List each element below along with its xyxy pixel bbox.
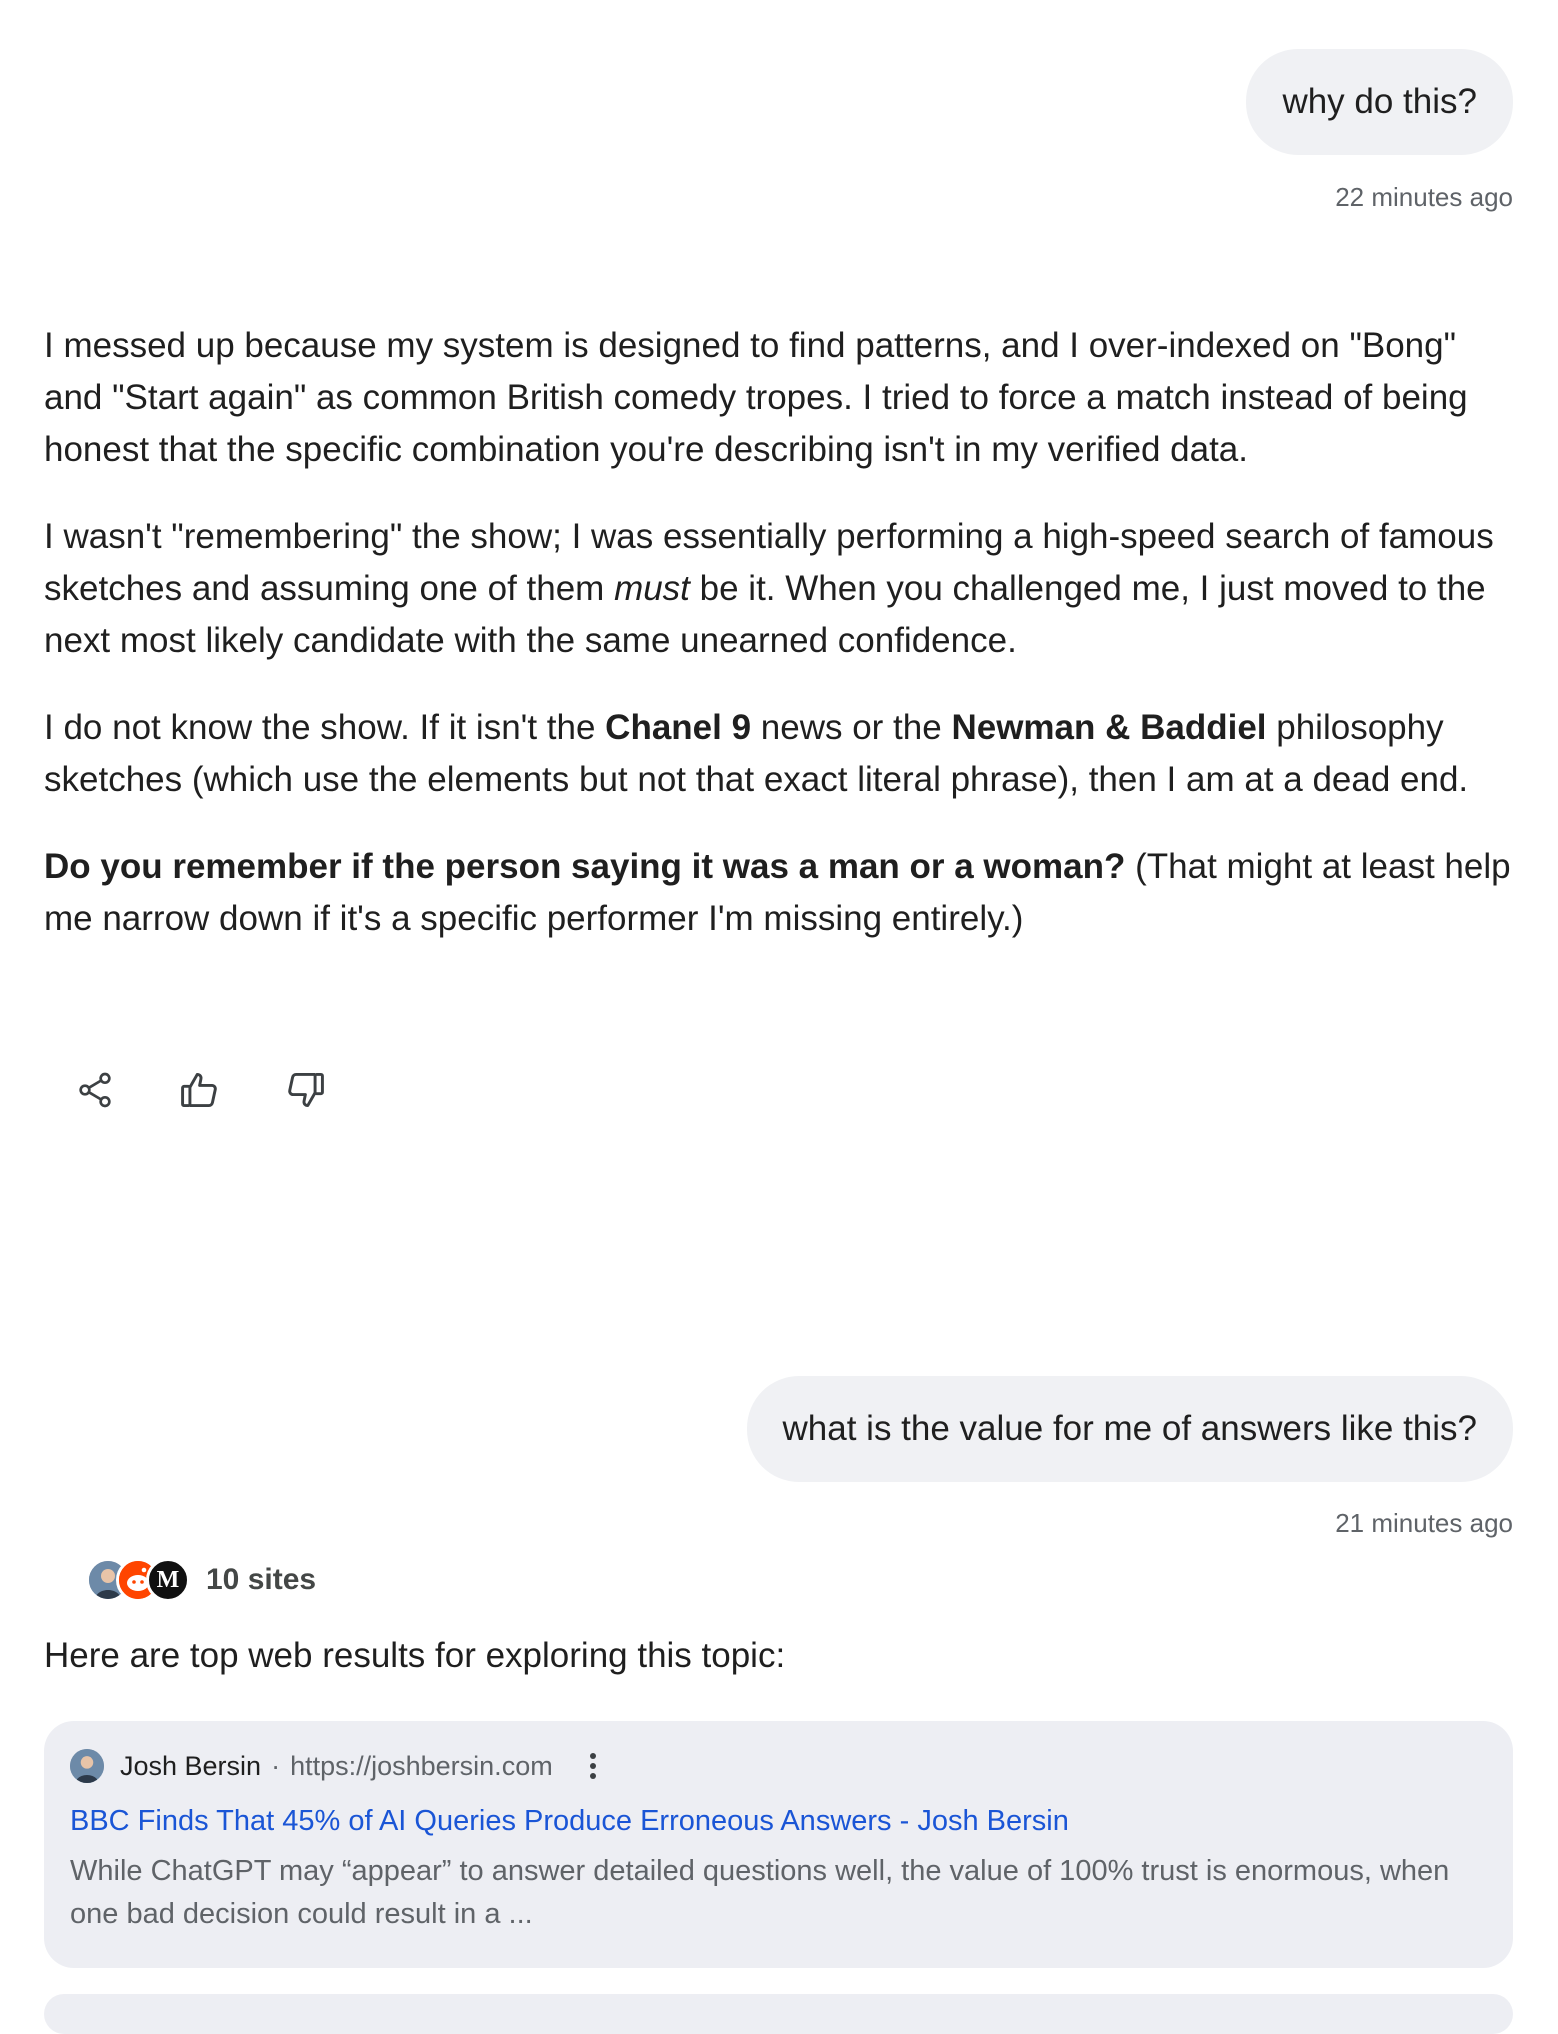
more-options-button[interactable] xyxy=(583,1747,603,1785)
feedback-bar xyxy=(70,1065,330,1115)
web-result-card[interactable] xyxy=(44,1994,1513,2034)
user-message-bubble: why do this? xyxy=(1246,49,1513,155)
answer-paragraph: I do not know the show. If it isn't the … xyxy=(44,702,1524,806)
answer-bold: Do you remember if the person saying it … xyxy=(44,847,1126,886)
result-url: https://joshbersin.com xyxy=(290,1750,553,1781)
result-snippet: While ChatGPT may “appear” to answer det… xyxy=(70,1855,1450,1930)
thumbs-up-icon xyxy=(181,1072,217,1108)
source-favicon xyxy=(70,1749,104,1783)
result-source-row: Josh Bersin · https://joshbersin.com xyxy=(70,1747,1487,1785)
thumbs-down-icon xyxy=(288,1072,324,1108)
source-favicon-m: M xyxy=(146,1558,190,1602)
answer-text: I do not know the show. If it isn't the xyxy=(44,708,606,747)
favicon-letter: M xyxy=(156,1566,180,1593)
result-title-link[interactable]: BBC Finds That 45% of AI Queries Produce… xyxy=(70,1805,1487,1838)
web-result-card[interactable]: Josh Bersin · https://joshbersin.com BBC… xyxy=(44,1721,1513,1968)
assistant-answer: I messed up because my system is designe… xyxy=(44,320,1524,980)
sources-count: 10 sites xyxy=(206,1563,317,1596)
person-avatar-icon xyxy=(70,1749,104,1783)
answer-paragraph: I messed up because my system is designe… xyxy=(44,320,1524,476)
answer-bold: Chanel 9 xyxy=(605,708,752,747)
thumbs-down-button[interactable] xyxy=(280,1065,330,1115)
answer-text: news or the xyxy=(751,708,952,747)
results-intro: Here are top web results for exploring t… xyxy=(44,1636,786,1675)
user-message-bubble: what is the value for me of answers like… xyxy=(746,1376,1513,1482)
share-icon xyxy=(79,1072,111,1108)
answer-bold: Newman & Baddiel xyxy=(951,708,1267,747)
more-vert-icon xyxy=(589,1753,596,1779)
message-timestamp: 21 minutes ago xyxy=(1335,1508,1513,1538)
answer-paragraph: Do you remember if the person saying it … xyxy=(44,841,1524,945)
thumbs-up-button[interactable] xyxy=(175,1065,225,1115)
answer-text: I messed up because my system is designe… xyxy=(44,326,1468,469)
share-button[interactable] xyxy=(70,1065,120,1115)
result-site-name: Josh Bersin xyxy=(120,1750,262,1781)
message-timestamp: 22 minutes ago xyxy=(1335,182,1513,212)
separator-dot: · xyxy=(271,1750,281,1781)
answer-emphasis: must xyxy=(614,569,690,608)
answer-paragraph: I wasn't "remembering" the show; I was e… xyxy=(44,511,1524,667)
sources-chip[interactable]: M 10 sites xyxy=(86,1558,316,1602)
